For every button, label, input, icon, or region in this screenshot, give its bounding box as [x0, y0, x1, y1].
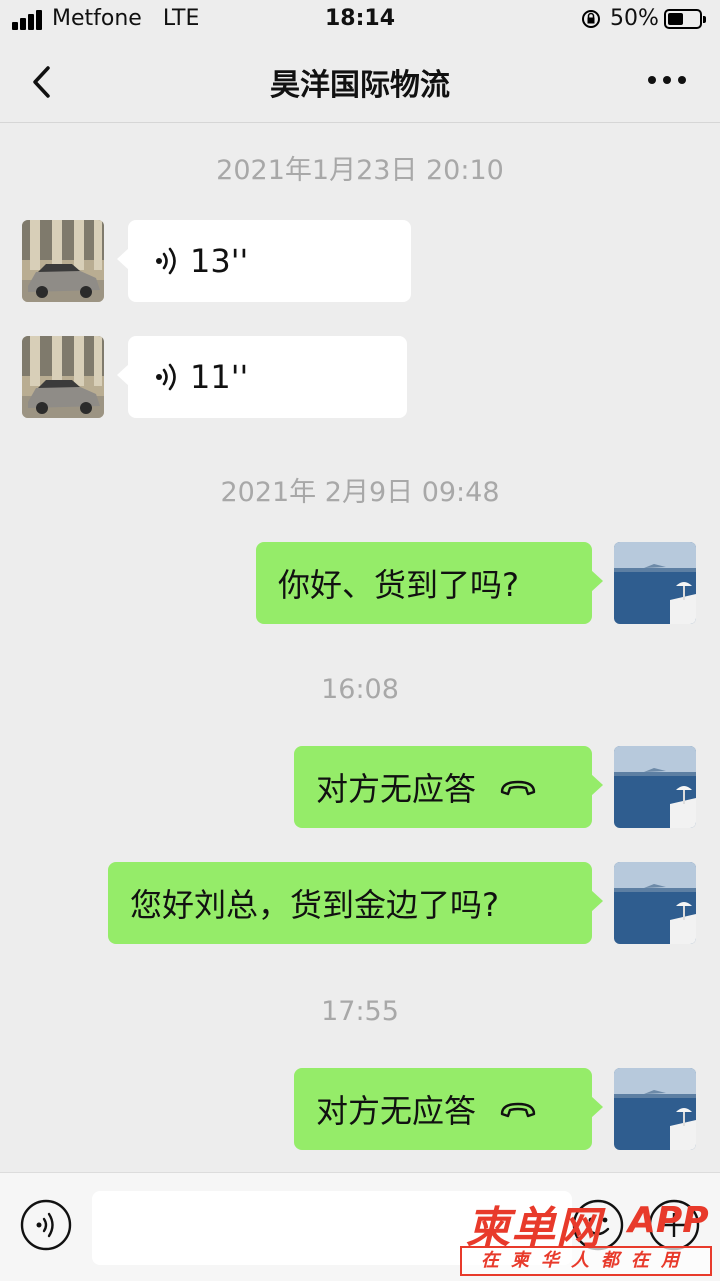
phone-hangup-icon: [500, 1102, 536, 1118]
my-avatar[interactable]: [614, 862, 696, 944]
status-bar: Metfone LTE 18:14 50%: [0, 0, 720, 40]
message-timestamp: 2021年1月23日 20:10: [216, 155, 504, 186]
call-record-bubble[interactable]: 对方无应答: [294, 746, 603, 828]
call-status-text: 对方无应答: [316, 770, 477, 808]
voice-message-bubble[interactable]: 13'': [117, 220, 411, 302]
voice-message-bubble[interactable]: 11'': [117, 336, 407, 418]
my-avatar[interactable]: [614, 1068, 696, 1150]
voice-duration: 13'': [190, 242, 249, 280]
watermark-logo: 柬单网 APP 在柬华人都在用: [460, 1192, 712, 1278]
message-timestamp: 2021年 2月9日 09:48: [220, 477, 500, 508]
my-avatar[interactable]: [614, 746, 696, 828]
chat-title[interactable]: 昊洋国际物流: [0, 60, 720, 104]
phone-hangup-icon: [500, 780, 536, 796]
message-text: 您好刘总，货到金边了吗?: [130, 886, 499, 924]
call-record-bubble[interactable]: 对方无应答: [294, 1068, 603, 1150]
message-timestamp: 17:55: [321, 996, 399, 1027]
battery-percent: 50%: [610, 6, 659, 31]
contact-avatar[interactable]: [22, 220, 104, 302]
watermark-app: APP: [628, 1200, 709, 1241]
sent-text-bubble[interactable]: 您好刘总，货到金边了吗?: [108, 862, 603, 944]
message-text: 你好、货到了吗?: [278, 566, 519, 604]
voice-wave-icon: [156, 363, 176, 391]
voice-wave-icon: [156, 247, 176, 275]
battery-icon: [664, 9, 706, 29]
voice-duration: 11'': [190, 358, 249, 396]
message-timestamp: 16:08: [321, 674, 399, 705]
sent-text-bubble[interactable]: 你好、货到了吗?: [256, 542, 603, 624]
contact-avatar[interactable]: [22, 336, 104, 418]
call-status-text: 对方无应答: [316, 1092, 477, 1130]
watermark-tagline: 在柬华人都在用: [460, 1246, 712, 1276]
chat-header: 昊洋国际物流: [0, 40, 720, 123]
rotation-lock-icon: [582, 10, 600, 28]
my-avatar[interactable]: [614, 542, 696, 624]
voice-mode-icon[interactable]: [20, 1199, 72, 1251]
more-dots-icon[interactable]: [648, 76, 688, 86]
